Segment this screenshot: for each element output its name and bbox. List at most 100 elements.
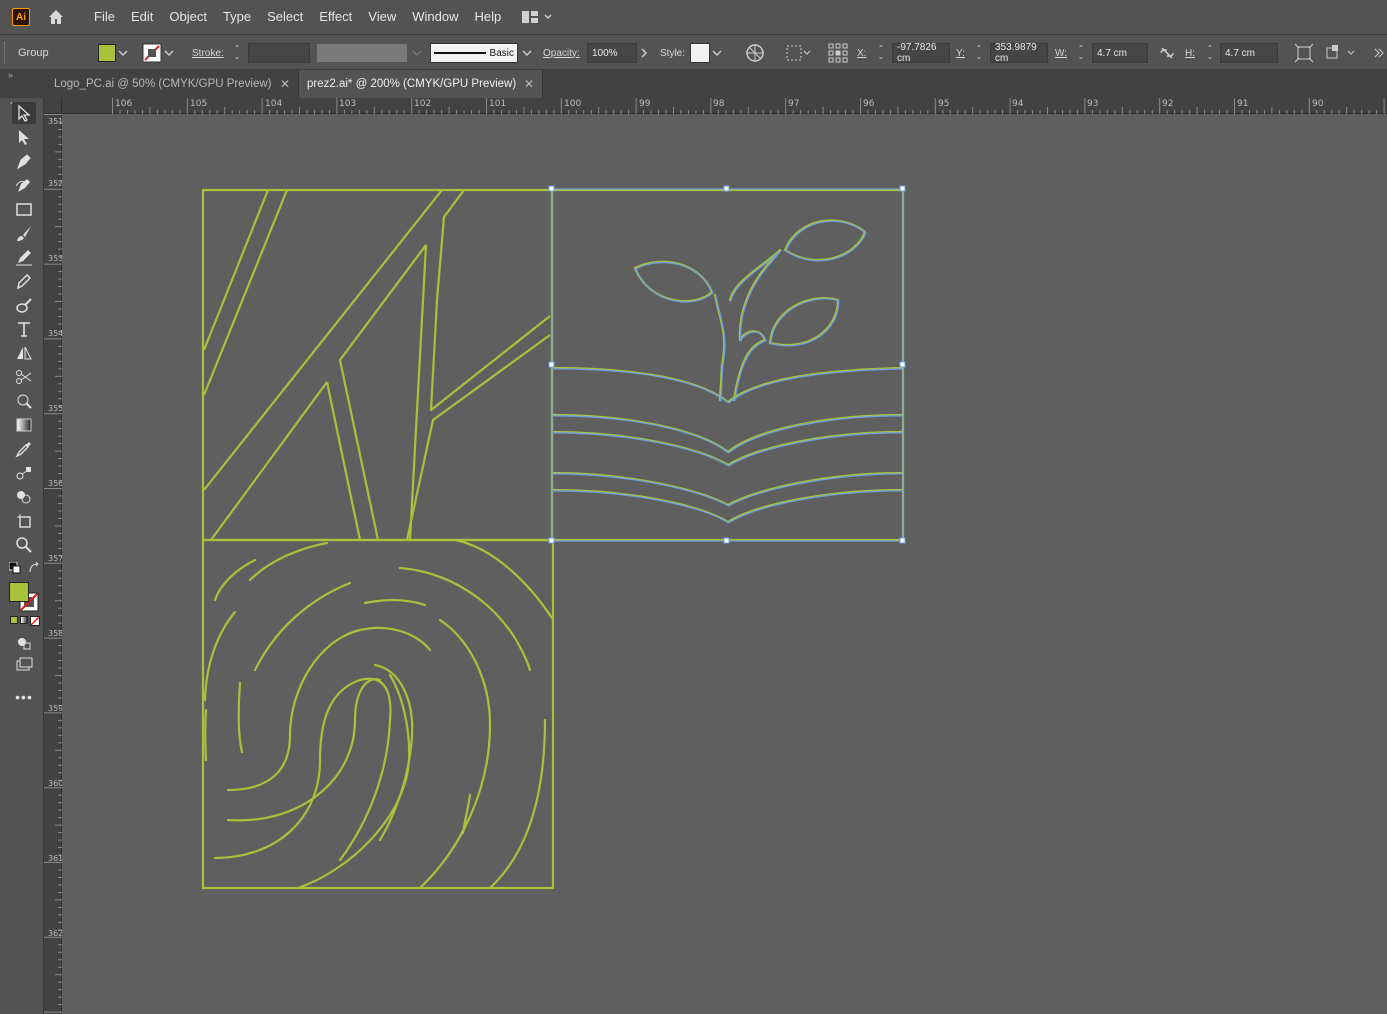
shaper-tool[interactable] (12, 246, 36, 268)
resize-handle[interactable] (548, 361, 555, 368)
eraser-tool[interactable] (12, 270, 36, 292)
tab-logo-pc[interactable]: Logo_PC.ai @ 50% (CMYK/GPU Preview) ✕ (46, 70, 299, 98)
recolor-artwork-icon[interactable] (745, 43, 765, 63)
w-field[interactable]: 4.7 cm (1092, 43, 1148, 63)
shape-builder-tool[interactable] (12, 486, 36, 508)
scissors-tool[interactable] (12, 366, 36, 388)
graphic-style-swatch[interactable] (690, 43, 710, 63)
opacity-field[interactable]: 100% (587, 43, 637, 63)
stroke-control[interactable] (142, 35, 176, 71)
opacity-label[interactable]: Opacity: (543, 48, 580, 59)
reference-point-icon[interactable] (828, 43, 848, 63)
blend-tool[interactable] (12, 462, 36, 484)
resize-handle[interactable] (723, 185, 730, 192)
transform-icon[interactable] (1294, 43, 1314, 63)
vertical-ruler[interactable]: 351 352 353 354 355 356 357 358 359 360 … (44, 114, 63, 1014)
menu-file[interactable]: File (86, 0, 123, 34)
h-label[interactable]: H: (1185, 48, 1195, 59)
y-stepper[interactable]: ⌃ ⌄ (974, 43, 984, 63)
x-field[interactable]: -97.7826 cm (892, 42, 950, 64)
y-field[interactable]: 353.9879 cm (990, 42, 1048, 64)
selection-bounding-box[interactable] (548, 185, 906, 544)
arrange-icon[interactable] (1324, 43, 1358, 63)
menu-object[interactable]: Object (161, 0, 215, 34)
tile-fingerprint[interactable] (201, 538, 555, 890)
close-icon[interactable]: ✕ (524, 77, 534, 91)
horizontal-ruler[interactable]: 106 105 104 103 102 101 100 99 98 97 96 … (62, 98, 1387, 114)
w-stepper[interactable]: ⌃ ⌄ (1076, 43, 1086, 63)
fill-swatch[interactable] (98, 44, 116, 62)
resize-handle[interactable] (723, 537, 730, 544)
resize-handle[interactable] (899, 537, 906, 544)
direct-selection-tool[interactable] (12, 126, 36, 148)
y-label[interactable]: Y: (956, 48, 965, 59)
menu-effect[interactable]: Effect (311, 0, 360, 34)
more-tools-icon[interactable]: ••• (12, 686, 36, 708)
curvature-tool[interactable] (12, 174, 36, 196)
stroke-weight-stepper[interactable]: ⌃ ⌄ (232, 43, 242, 63)
puppet-warp-tool[interactable] (12, 390, 36, 412)
menu-view[interactable]: View (360, 0, 404, 34)
chevron-right-icon[interactable] (637, 46, 651, 60)
menu-edit[interactable]: Edit (123, 0, 161, 34)
pen-tool[interactable] (12, 150, 36, 172)
menu-select[interactable]: Select (259, 0, 311, 34)
artboard-tool[interactable] (12, 510, 36, 532)
constrain-proportions-icon[interactable] (1158, 44, 1176, 62)
none-button[interactable] (30, 616, 40, 626)
stroke-weight-field[interactable] (248, 43, 310, 63)
blob-brush-tool[interactable] (12, 294, 36, 316)
x-stepper[interactable]: ⌃ ⌄ (876, 43, 886, 63)
zoom-tool[interactable] (12, 534, 36, 556)
menu-window[interactable]: Window (404, 0, 466, 34)
stroke-none-icon[interactable] (142, 43, 162, 63)
brush-definition[interactable]: Basic (430, 43, 518, 63)
collapse-panels-icon[interactable]: » (8, 70, 13, 80)
default-colors-icon[interactable] (8, 561, 21, 577)
reflect-tool[interactable] (12, 342, 36, 364)
h-field[interactable]: 4.7 cm (1220, 43, 1278, 63)
h-stepper[interactable]: ⌃ ⌄ (1205, 43, 1215, 63)
chevron-down-icon[interactable] (410, 46, 424, 60)
variable-width-profile[interactable] (316, 43, 408, 63)
draw-mode-button[interactable] (12, 632, 36, 654)
tile-plant-book[interactable] (550, 188, 905, 542)
resize-handle[interactable] (899, 185, 906, 192)
x-label[interactable]: X: (857, 48, 866, 59)
gradient-button[interactable] (20, 616, 28, 624)
rectangle-tool[interactable] (12, 198, 36, 220)
tab-prez2[interactable]: prez2.ai* @ 200% (CMYK/GPU Preview) ✕ (299, 70, 543, 98)
menu-help[interactable]: Help (466, 0, 509, 34)
artwork[interactable] (62, 114, 1387, 1014)
chevron-down-icon[interactable] (520, 46, 534, 60)
ruler-origin[interactable] (44, 98, 62, 114)
canvas[interactable] (62, 114, 1387, 1014)
panel-menu-icon[interactable] (1372, 43, 1386, 63)
color-mode-buttons[interactable] (10, 616, 40, 626)
paintbrush-tool[interactable] (12, 222, 36, 244)
resize-handle[interactable] (899, 361, 906, 368)
home-icon[interactable] (46, 7, 66, 27)
gradient-tool[interactable] (12, 414, 36, 436)
tile-abstract-lines[interactable] (201, 188, 554, 542)
fill-control[interactable] (98, 35, 130, 71)
stroke-label[interactable]: Stroke: (192, 48, 224, 59)
resize-handle[interactable] (548, 185, 555, 192)
chevron-down-icon[interactable] (710, 46, 724, 60)
artboard-icon (17, 514, 31, 528)
screen-mode-button[interactable] (12, 654, 36, 676)
selection-tool[interactable] (12, 102, 36, 124)
w-label[interactable]: W: (1055, 48, 1067, 59)
workspace-switcher[interactable] (521, 10, 553, 24)
type-tool[interactable] (12, 318, 36, 340)
resize-handle[interactable] (548, 537, 555, 544)
close-icon[interactable]: ✕ (280, 77, 290, 91)
chevron-down-icon[interactable] (116, 46, 130, 60)
color-button[interactable] (10, 616, 18, 624)
fill-color-swatch[interactable] (9, 582, 29, 602)
eyedropper-tool[interactable] (12, 438, 36, 460)
align-options-icon[interactable] (785, 43, 811, 63)
menu-type[interactable]: Type (215, 0, 259, 34)
swap-colors-icon[interactable] (28, 561, 40, 577)
chevron-down-icon[interactable] (162, 46, 176, 60)
